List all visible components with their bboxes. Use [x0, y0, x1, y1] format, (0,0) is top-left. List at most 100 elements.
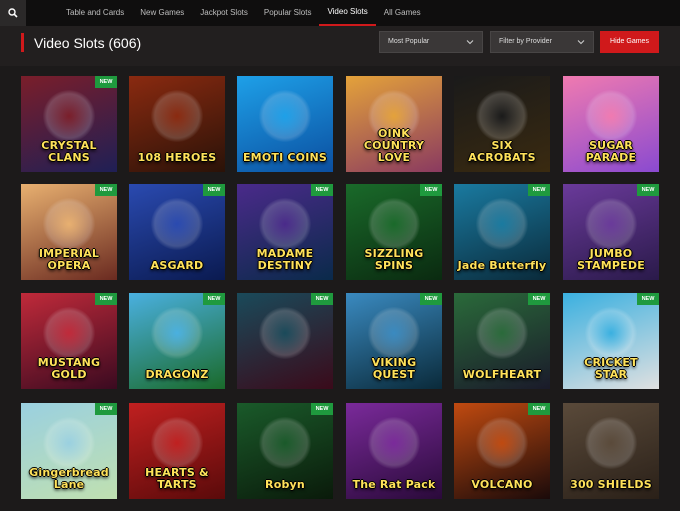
- game-title: 300 SHIELDS: [570, 478, 652, 491]
- search-button[interactable]: [0, 0, 26, 26]
- page-title: Video Slots (606): [34, 35, 142, 51]
- game-title: SIZZLING SPINS: [364, 247, 424, 272]
- game-artwork: [476, 417, 528, 469]
- game-artwork: [259, 307, 311, 359]
- game-tile[interactable]: HEARTS & TARTS: [129, 403, 225, 499]
- game-tile[interactable]: VIKING QUEST NEW: [346, 293, 442, 389]
- game-title: IMPERIAL OPERA: [38, 247, 100, 272]
- new-badge: NEW: [528, 403, 550, 415]
- chevron-down-icon: [577, 40, 585, 45]
- game-tile[interactable]: VOLCANO NEW: [454, 403, 550, 499]
- game-artwork: [585, 307, 637, 359]
- hide-games-button[interactable]: Hide Games: [600, 31, 659, 53]
- game-title: 108 HEROES: [137, 151, 217, 164]
- game-artwork: [43, 90, 95, 142]
- new-badge: NEW: [311, 293, 333, 305]
- game-artwork: [259, 198, 311, 250]
- new-badge: NEW: [203, 293, 225, 305]
- game-tile[interactable]: WOLFHEART NEW: [454, 293, 550, 389]
- game-artwork: [43, 198, 95, 250]
- new-badge: NEW: [203, 184, 225, 196]
- new-badge: NEW: [311, 184, 333, 196]
- game-artwork: [368, 198, 420, 250]
- new-badge: NEW: [420, 184, 442, 196]
- new-badge: NEW: [637, 184, 659, 196]
- sort-dropdown[interactable]: Most Popular: [379, 31, 483, 53]
- game-title: SIX ACROBATS: [468, 139, 536, 164]
- game-tile[interactable]: CRYSTAL CLANS NEW: [21, 76, 117, 172]
- title-accent-bar: [21, 33, 24, 52]
- game-tile[interactable]: Gingerbread Lane NEW: [21, 403, 117, 499]
- game-title: CRICKET STAR: [584, 356, 638, 381]
- new-badge: NEW: [95, 76, 117, 88]
- game-artwork: [151, 417, 203, 469]
- game-tile[interactable]: 300 SHIELDS: [563, 403, 659, 499]
- game-title: The Rat Pack: [352, 478, 436, 491]
- game-artwork: [151, 90, 203, 142]
- game-artwork: [585, 198, 637, 250]
- new-badge: NEW: [528, 293, 550, 305]
- game-title: VOLCANO: [471, 478, 533, 491]
- game-title: MADAME DESTINY: [256, 247, 314, 272]
- new-badge: NEW: [95, 184, 117, 196]
- game-artwork: [43, 417, 95, 469]
- game-artwork: [259, 417, 311, 469]
- game-tile[interactable]: IMPERIAL OPERA NEW: [21, 184, 117, 280]
- new-badge: NEW: [95, 403, 117, 415]
- category-tabs: Table and Cards New Games Jackpot Slots Pop…: [58, 0, 429, 26]
- game-title: JUMBO STAMPEDE: [577, 247, 645, 272]
- game-tile[interactable]: EMOTI COINS: [237, 76, 333, 172]
- new-badge: NEW: [311, 403, 333, 415]
- game-artwork: [43, 307, 95, 359]
- game-title: CRYSTAL CLANS: [41, 139, 97, 164]
- game-artwork: [151, 307, 203, 359]
- game-tile[interactable]: DRAGONZ NEW: [129, 293, 225, 389]
- game-tile[interactable]: Jade Butterfly NEW: [454, 184, 550, 280]
- game-title: MUSTANG GOLD: [37, 356, 101, 381]
- game-title: HEARTS & TARTS: [145, 466, 209, 491]
- chevron-down-icon: [466, 40, 474, 45]
- game-title: WOLFHEART: [462, 368, 542, 381]
- game-artwork: [368, 417, 420, 469]
- new-badge: NEW: [528, 184, 550, 196]
- game-artwork: [476, 307, 528, 359]
- game-tile[interactable]: JUMBO STAMPEDE NEW: [563, 184, 659, 280]
- tab-table-and-cards[interactable]: Table and Cards: [58, 0, 132, 26]
- tab-new-games[interactable]: New Games: [132, 0, 192, 26]
- game-artwork: [476, 198, 528, 250]
- game-title: DRAGONZ: [145, 368, 209, 381]
- tab-all-games[interactable]: All Games: [376, 0, 429, 26]
- game-artwork: [476, 90, 528, 142]
- tab-popular-slots[interactable]: Popular Slots: [256, 0, 320, 26]
- game-tile[interactable]: Robyn NEW: [237, 403, 333, 499]
- game-title: Jade Butterfly: [457, 259, 547, 272]
- game-tile[interactable]: The Rat Pack: [346, 403, 442, 499]
- game-tile[interactable]: SIX ACROBATS: [454, 76, 550, 172]
- game-tile[interactable]: SUGAR PARADE: [563, 76, 659, 172]
- provider-filter-dropdown[interactable]: Filter by Provider: [490, 31, 594, 53]
- game-tile[interactable]: OINK COUNTRY LOVE: [346, 76, 442, 172]
- game-artwork: [259, 90, 311, 142]
- game-title: VIKING QUEST: [371, 356, 417, 381]
- game-artwork: [368, 307, 420, 359]
- game-tile[interactable]: ASGARD NEW: [129, 184, 225, 280]
- game-title: Robyn: [265, 478, 305, 491]
- search-icon: [8, 8, 18, 18]
- top-navigation-bar: Table and Cards New Games Jackpot Slots Pop…: [0, 0, 680, 26]
- game-tile[interactable]: CRICKET STAR NEW: [563, 293, 659, 389]
- game-artwork: [585, 90, 637, 142]
- new-badge: NEW: [420, 293, 442, 305]
- game-tile[interactable]: 108 HEROES: [129, 76, 225, 172]
- game-tile[interactable]: SIZZLING SPINS NEW: [346, 184, 442, 280]
- tab-video-slots[interactable]: Video Slots: [319, 0, 376, 26]
- game-artwork: [585, 417, 637, 469]
- tab-jackpot-slots[interactable]: Jackpot Slots: [192, 0, 256, 26]
- new-badge: NEW: [95, 293, 117, 305]
- game-title: ASGARD: [150, 259, 204, 272]
- game-artwork: [151, 198, 203, 250]
- game-tile[interactable]: NEW: [237, 293, 333, 389]
- new-badge: NEW: [637, 293, 659, 305]
- game-tile[interactable]: MUSTANG GOLD NEW: [21, 293, 117, 389]
- game-tile[interactable]: MADAME DESTINY NEW: [237, 184, 333, 280]
- game-title: EMOTI COINS: [242, 151, 328, 164]
